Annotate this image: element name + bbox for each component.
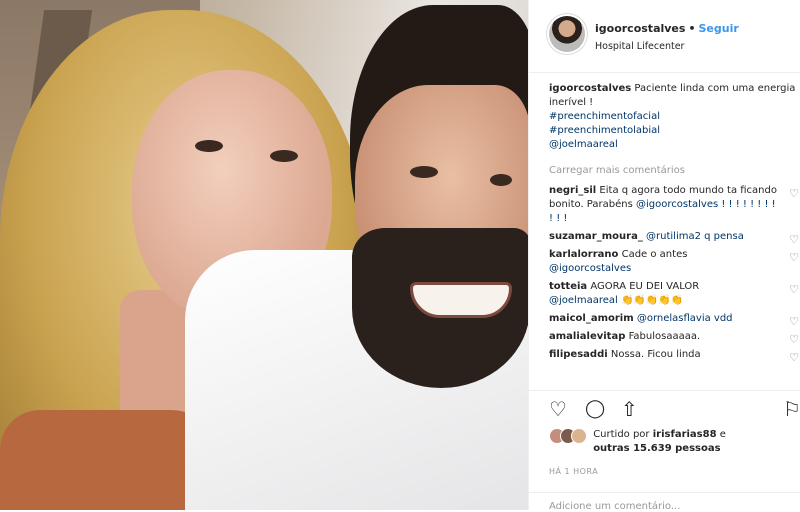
comment-text: Cade o antes xyxy=(621,249,688,260)
caption-hashtag[interactable]: #preenchimentolabial xyxy=(549,124,800,138)
comment-mention[interactable]: @igoorcostalves xyxy=(549,262,779,276)
author-username-row: igoorcostalves • Seguir xyxy=(595,22,739,35)
bookmark-icon[interactable]: ⚐ xyxy=(783,397,800,421)
comment-bubble-icon[interactable]: ◯ xyxy=(585,397,605,421)
like-comment-heart-icon[interactable]: ♡ xyxy=(789,283,799,297)
comments-list[interactable]: igoorcostalves Paciente linda com uma en… xyxy=(549,82,800,388)
comment-username[interactable]: amalialevitap xyxy=(549,331,625,342)
like-comment-heart-icon[interactable]: ♡ xyxy=(789,233,799,247)
caption-username[interactable]: igoorcostalves xyxy=(549,83,631,94)
post-side-panel: igoorcostalves • Seguir Hospital Lifecente… xyxy=(528,0,800,512)
likes-text: Curtido por irisfarias88 e outras 15.639… xyxy=(593,428,793,456)
add-comment-field[interactable]: Adicione um comentário... xyxy=(529,492,800,512)
comment-text: Nossa. Ficou linda xyxy=(610,349,701,360)
add-comment-placeholder: Adicione um comentário... xyxy=(549,501,681,512)
post-header: igoorcostalves • Seguir Hospital Lifecente… xyxy=(529,0,800,73)
comment-username[interactable]: negri_sil xyxy=(549,185,596,196)
likes-count-button[interactable]: outras 15.639 pessoas xyxy=(593,442,793,456)
comment-mention[interactable]: @ornelasflavia vdd xyxy=(637,313,733,324)
comment-mention[interactable]: @joelmaareal 👏👏👏👏👏 xyxy=(549,294,779,308)
comment-username[interactable]: totteia xyxy=(549,281,587,292)
comment-mention[interactable]: @rutilima2 q pensa xyxy=(646,231,744,242)
comment-row: filipesaddi Nossa. Ficou linda ♡ xyxy=(549,348,800,365)
comment-username[interactable]: maicol_amorim xyxy=(549,313,634,324)
share-icon[interactable]: ⇧ xyxy=(621,397,638,421)
liker-avatar[interactable] xyxy=(571,428,587,444)
comment-row: maicol_amorim @ornelasflavia vdd ♡ xyxy=(549,312,800,329)
like-comment-heart-icon[interactable]: ♡ xyxy=(789,251,799,265)
post-photo[interactable] xyxy=(0,0,528,510)
comment-text: AGORA EU DEI VALOR xyxy=(590,281,700,292)
like-heart-icon[interactable]: ♡ xyxy=(549,397,567,421)
man-eye-right xyxy=(490,174,512,186)
author-username[interactable]: igoorcostalves xyxy=(595,22,685,35)
comment-username[interactable]: filipesaddi xyxy=(549,349,608,360)
liker-username[interactable]: irisfarias88 xyxy=(653,429,717,440)
separator-dot: • xyxy=(688,22,696,35)
woman-eye-left xyxy=(195,140,223,152)
likes-summary: Curtido por irisfarias88 e outras 15.639… xyxy=(549,428,799,456)
load-more-comments-button[interactable]: Carregar mais comentários xyxy=(549,164,800,178)
comment-username[interactable]: suzamar_moura_ xyxy=(549,231,643,242)
comment-username[interactable]: karlalorrano xyxy=(549,249,618,260)
caption: igoorcostalves Paciente linda com uma en… xyxy=(549,82,800,152)
caption-hashtag[interactable]: #preenchimentofacial xyxy=(549,110,800,124)
comment-row: karlalorrano Cade o antes @igoorcostalve… xyxy=(549,248,800,276)
likes-joiner: e xyxy=(719,429,726,440)
post-actions-bar: ♡ ◯ ⇧ ⚐ xyxy=(529,390,800,431)
like-comment-heart-icon[interactable]: ♡ xyxy=(789,315,799,329)
comment-row: negri_sil Eita q agora todo mundo ta fic… xyxy=(549,184,800,226)
like-comment-heart-icon[interactable]: ♡ xyxy=(789,333,799,347)
like-comment-heart-icon[interactable]: ♡ xyxy=(789,187,799,201)
man-smile xyxy=(410,282,512,318)
comment-text: Fabulosaaaaa. xyxy=(628,331,701,342)
post-location[interactable]: Hospital Lifecenter xyxy=(595,41,684,52)
follow-button[interactable]: Seguir xyxy=(698,22,738,35)
likes-prefix: Curtido por xyxy=(593,429,650,440)
comment-row: totteia AGORA EU DEI VALOR @joelmaareal … xyxy=(549,280,800,308)
author-avatar[interactable] xyxy=(549,16,585,52)
comment-row: suzamar_moura_ @rutilima2 q pensa ♡ xyxy=(549,230,800,247)
caption-mention[interactable]: @joelmaareal xyxy=(549,138,800,152)
comment-row: amalialevitap Fabulosaaaaa. ♡ xyxy=(549,330,800,347)
woman-eye-right xyxy=(270,150,298,162)
post-timestamp[interactable]: HÁ 1 HORA xyxy=(549,467,598,476)
like-comment-heart-icon[interactable]: ♡ xyxy=(789,351,799,365)
man-eye-left xyxy=(410,166,438,178)
